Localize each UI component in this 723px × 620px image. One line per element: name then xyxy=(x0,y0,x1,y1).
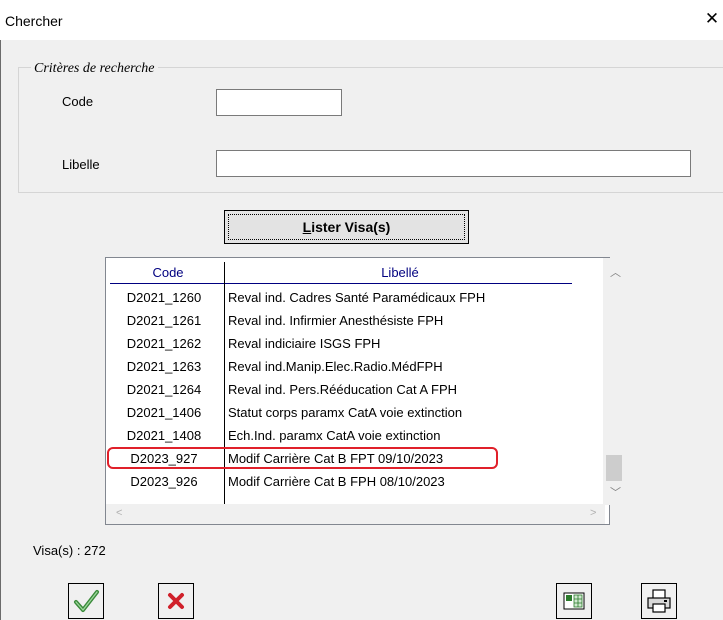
visa-list[interactable]: Code Libellé D2021_1260 Reval ind. Cadres… xyxy=(105,257,610,525)
cell-code: D2021_1408 xyxy=(126,428,202,443)
cancel-icon xyxy=(168,593,184,609)
calculator-icon xyxy=(563,592,585,610)
validate-icon xyxy=(74,590,99,612)
calculator-button[interactable] xyxy=(556,583,592,619)
print-icon xyxy=(647,589,671,613)
cell-libelle: Reval indiciaire ISGS FPH xyxy=(228,336,381,351)
cell-libelle: Statut corps paramx CatA voie extinction xyxy=(228,405,463,420)
horizontal-scrollbar[interactable] xyxy=(106,504,605,524)
cell-libelle: Reval ind. Infirmier Anesthésiste FPH xyxy=(228,313,444,328)
cell-libelle: Modif Carrière Cat B FPH 08/10/2023 xyxy=(228,474,445,489)
table-row[interactable]: D2021_1262 Reval indiciaire ISGS FPH xyxy=(106,333,576,356)
code-label: Code xyxy=(62,94,94,109)
print-button[interactable] xyxy=(641,583,677,619)
close-icon[interactable]: ✕ xyxy=(701,8,723,30)
cell-code: D2021_1262 xyxy=(126,336,202,351)
list-visas-button[interactable]: Lister Visa(s) xyxy=(224,210,469,244)
table-row[interactable]: D2021_1408 Ech.Ind. paramx CatA voie exti… xyxy=(106,425,576,448)
search-criteria-legend: Critères de recherche xyxy=(31,61,158,77)
table-row[interactable]: D2021_1264 Reval ind. Pers.Rééducation Ca… xyxy=(106,379,576,402)
title-bar: Chercher ✕ xyxy=(0,0,723,40)
validate-button[interactable] xyxy=(68,583,104,619)
visa-count: Visa(s) : 272 xyxy=(33,543,106,558)
scroll-right-icon[interactable]: > xyxy=(590,507,596,519)
cell-code: D2021_1260 xyxy=(126,290,202,305)
highlighted-row-outline xyxy=(107,447,498,469)
visa-list-header: Code Libellé xyxy=(106,258,608,288)
window-left-border xyxy=(0,40,1,620)
vertical-scroll-thumb[interactable] xyxy=(606,455,622,481)
cell-libelle: Reval ind. Pers.Rééducation Cat A FPH xyxy=(228,382,458,397)
libelle-label: Libelle xyxy=(62,157,100,172)
table-row[interactable]: D2021_1406 Statut corps paramx CatA voie … xyxy=(106,402,576,425)
column-header-libelle[interactable]: Libellé xyxy=(228,265,572,280)
cell-libelle: Ech.Ind. paramx CatA voie extinction xyxy=(228,428,441,443)
cell-code: D2023_926 xyxy=(130,474,198,489)
cell-libelle: Reval ind.Manip.Elec.Radio.MédFPH xyxy=(228,359,443,374)
table-row[interactable]: D2021_1261 Reval ind. Infirmier Anesthési… xyxy=(106,310,576,333)
header-underline xyxy=(110,283,572,284)
code-input[interactable] xyxy=(216,89,342,116)
cell-libelle: Reval ind. Cadres Santé Paramédicaux FPH xyxy=(228,290,486,305)
scroll-left-icon[interactable]: < xyxy=(116,507,122,519)
cell-code: D2021_1263 xyxy=(126,359,202,374)
scroll-up-icon[interactable]: ︿ xyxy=(610,264,621,280)
cell-code: D2021_1261 xyxy=(126,313,202,328)
column-header-code[interactable]: Code xyxy=(112,265,224,280)
table-row[interactable]: D2021_1260 Reval ind. Cadres Santé Paramé… xyxy=(106,287,576,310)
cell-code: D2021_1264 xyxy=(126,382,202,397)
libelle-input[interactable] xyxy=(216,150,691,177)
cell-code: D2021_1406 xyxy=(126,405,202,420)
table-row[interactable]: D2021_1263 Reval ind.Manip.Elec.Radio.Méd… xyxy=(106,356,576,379)
scroll-down-icon[interactable]: ﹀ xyxy=(610,484,621,500)
list-visas-button-label: Lister Visa(s) xyxy=(302,219,391,235)
table-row[interactable]: D2023_926 Modif Carrière Cat B FPH 08/10/… xyxy=(106,471,576,494)
window-title: Chercher xyxy=(5,13,63,29)
cancel-button[interactable] xyxy=(158,583,194,619)
